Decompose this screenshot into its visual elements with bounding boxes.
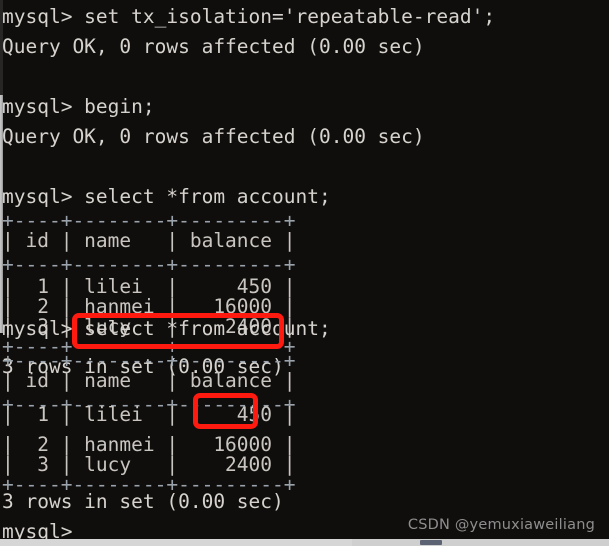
terminal-line-blank-2 <box>2 152 14 182</box>
watermark-text: CSDN @yemuxiaweiliang <box>407 517 595 533</box>
horizontal-scrollbar-track-left <box>0 539 352 546</box>
terminal-line-blank-1 <box>2 62 14 92</box>
terminal-line-select-2: mysql> select *from account; <box>2 317 331 340</box>
terminal-line-begin: mysql> begin; <box>2 95 155 118</box>
vertical-scrollbar-track-top <box>0 0 3 95</box>
terminal-line-query-ok-2: Query OK, 0 rows affected (0.00 sec) <box>2 125 425 148</box>
vertical-scrollbar-thumb[interactable] <box>0 95 3 333</box>
terminal-line-rowcount-2: 3 rows in set (0.00 sec) <box>2 490 284 513</box>
terminal-screenshot: mysql> set tx_isolation='repeatable-read… <box>0 0 609 546</box>
terminal-output-area[interactable]: mysql> set tx_isolation='repeatable-read… <box>0 0 609 543</box>
terminal-line-query-ok-1: Query OK, 0 rows affected (0.00 sec) <box>2 35 425 58</box>
horizontal-scrollbar-track[interactable] <box>0 539 609 546</box>
terminal-line-set-isolation: mysql> set tx_isolation='repeatable-read… <box>2 5 496 28</box>
table2-data-row-1: | 1 | lilei | 450 | <box>2 403 296 426</box>
horizontal-scrollbar-thumb[interactable] <box>420 540 442 545</box>
